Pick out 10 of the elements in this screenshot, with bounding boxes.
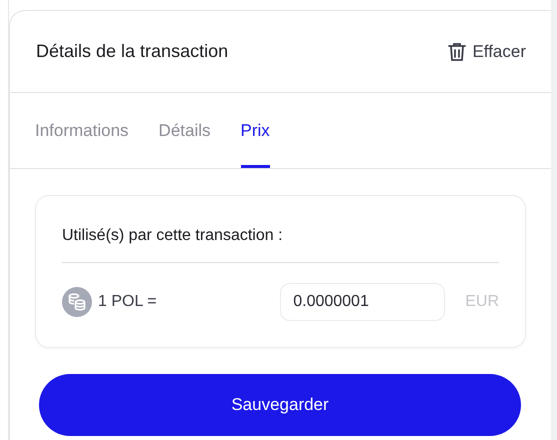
rate-label: 1 POL = [98, 292, 157, 312]
save-button[interactable]: Sauvegarder [39, 374, 521, 436]
clear-button[interactable]: Effacer [448, 38, 526, 64]
panel-title: Détails de la transaction [36, 40, 228, 62]
tab[interactable]: Prix [240, 93, 270, 168]
price-input[interactable]: 0.0000001 [280, 283, 446, 321]
trash-icon [448, 42, 466, 62]
coins-icon [62, 287, 92, 317]
card-heading: Utilisé(s) par cette transaction : [62, 224, 499, 263]
currency-label: EUR [465, 292, 499, 312]
